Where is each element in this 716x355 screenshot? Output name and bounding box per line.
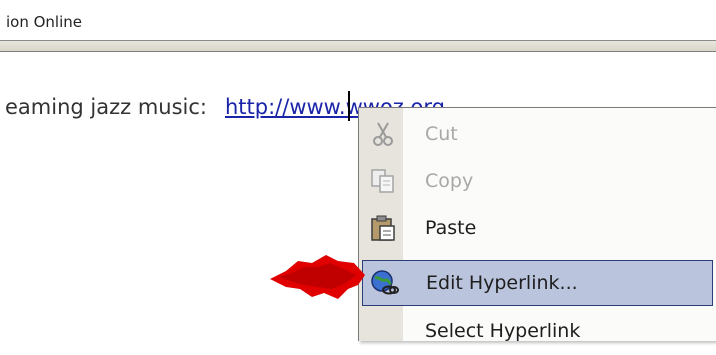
scissors-icon bbox=[368, 119, 398, 149]
toolbar-strip bbox=[0, 40, 716, 52]
title-bar: ion Online bbox=[0, 0, 716, 40]
menu-item-cut[interactable]: Cut bbox=[362, 112, 713, 158]
menu-item-label: Cut bbox=[425, 123, 458, 145]
copy-icon bbox=[368, 166, 398, 196]
menu-item-edit-hyperlink[interactable]: Edit Hyperlink... bbox=[362, 260, 713, 306]
menu-item-label: Select Hyperlink bbox=[425, 320, 581, 342]
menu-item-label: Copy bbox=[425, 170, 474, 192]
menu-item-select-hyperlink[interactable]: Select Hyperlink bbox=[362, 309, 713, 355]
document-text: eaming jazz music: bbox=[5, 95, 207, 119]
context-menu: Cut Copy Paste Edit Hyperlink... Select … bbox=[358, 107, 716, 342]
menu-item-paste[interactable]: Paste bbox=[362, 206, 713, 252]
menu-item-label: Edit Hyperlink... bbox=[426, 272, 578, 294]
globe-link-icon bbox=[369, 268, 399, 298]
window-title: ion Online bbox=[6, 13, 83, 31]
menu-item-copy[interactable]: Copy bbox=[362, 159, 713, 205]
paste-icon bbox=[368, 213, 398, 243]
red-arrow-annotation bbox=[270, 255, 365, 299]
menu-item-label: Paste bbox=[425, 217, 477, 239]
text-cursor bbox=[348, 91, 350, 121]
